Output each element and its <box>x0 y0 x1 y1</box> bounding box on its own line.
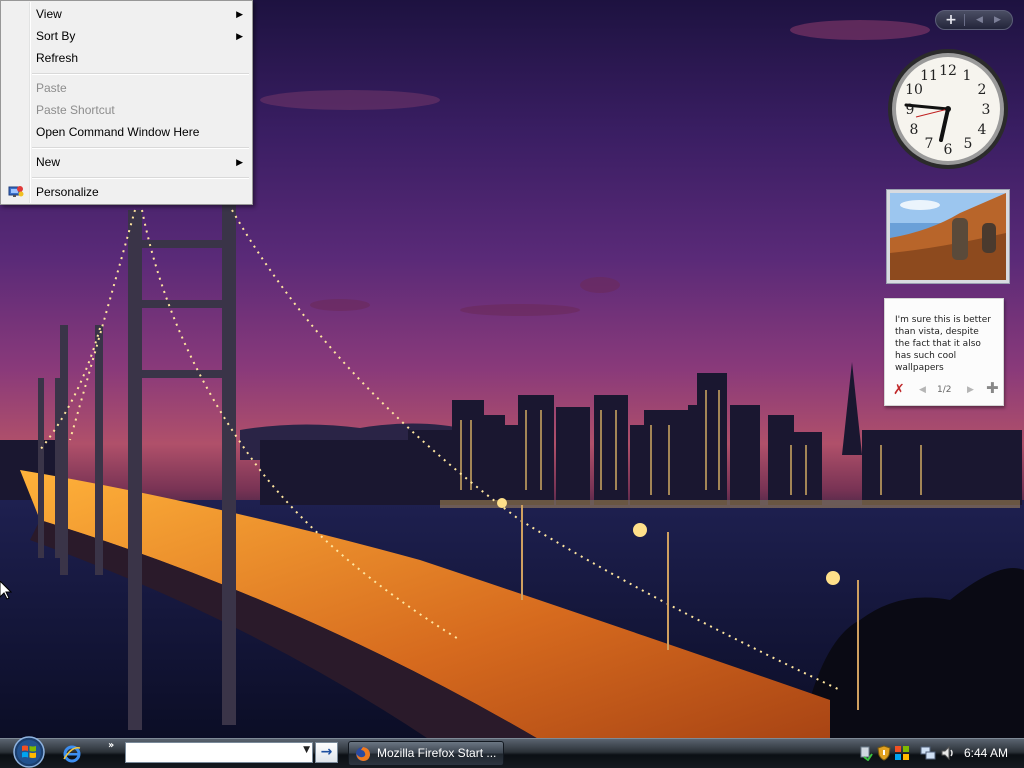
previous-page-icon[interactable]: ◀ <box>976 11 983 29</box>
add-gadget-button[interactable]: + <box>940 11 962 29</box>
slideshow-gadget[interactable] <box>886 189 1010 284</box>
menu-item-personalize[interactable]: Personalize <box>3 182 251 202</box>
sidebar-controls-divider <box>964 14 965 26</box>
menu-item-paste[interactable]: Paste <box>3 78 251 98</box>
delete-note-icon[interactable]: ✗ <box>893 383 905 397</box>
notification-area: 6:44 AM <box>852 740 1024 768</box>
taskbar-clock[interactable]: 6:44 AM <box>964 740 1008 766</box>
menu-separator <box>32 73 249 75</box>
menu-item-label: View <box>36 7 62 21</box>
svg-text:1: 1 <box>963 68 972 84</box>
network-icon[interactable] <box>920 745 936 761</box>
submenu-arrow-icon: ▶ <box>236 31 243 41</box>
menu-item-label: Personalize <box>36 185 99 199</box>
menu-item-label: Paste Shortcut <box>36 103 115 117</box>
svg-text:7: 7 <box>925 136 934 152</box>
next-note-icon[interactable]: ▶ <box>967 385 974 395</box>
menu-separator <box>32 177 249 179</box>
address-toolbar-input[interactable]: ▼ <box>125 742 313 763</box>
svg-text:8: 8 <box>910 122 919 138</box>
volume-icon[interactable] <box>940 745 956 761</box>
windows-update-icon[interactable] <box>894 745 910 761</box>
internet-explorer-icon[interactable] <box>62 744 82 764</box>
clock-gadget[interactable]: 12 1 2 3 4 5 6 7 8 9 10 11 <box>886 47 1010 171</box>
taskbar-button-label: Mozilla Firefox Start ... <box>377 746 497 760</box>
svg-text:4: 4 <box>978 122 987 138</box>
menu-item-view[interactable]: View ▶ <box>3 4 251 24</box>
next-page-icon[interactable]: ▶ <box>994 11 1001 29</box>
desktop-context-menu: View ▶ Sort By ▶ Refresh Paste Paste Sho… <box>0 0 253 205</box>
submenu-arrow-icon: ▶ <box>236 157 243 167</box>
mouse-cursor-icon <box>0 581 12 600</box>
previous-note-icon[interactable]: ◀ <box>919 385 926 395</box>
add-note-icon[interactable]: ✚ <box>986 381 999 396</box>
menu-item-sort-by[interactable]: Sort By ▶ <box>3 26 251 46</box>
menu-item-label: New <box>36 155 61 169</box>
personalize-icon <box>8 186 24 197</box>
note-text[interactable]: I'm sure this is better than vista, desp… <box>895 314 995 374</box>
svg-text:10: 10 <box>905 82 923 98</box>
notes-gadget[interactable]: I'm sure this is better than vista, desp… <box>884 298 1004 406</box>
chevron-down-icon[interactable]: ▼ <box>303 745 310 755</box>
submenu-arrow-icon: ▶ <box>236 9 243 19</box>
note-page-indicator: 1/2 <box>937 385 952 395</box>
taskbar-button-firefox[interactable]: Mozilla Firefox Start ... <box>348 741 504 766</box>
menu-separator <box>32 147 249 149</box>
network-sync-icon[interactable] <box>858 745 874 761</box>
menu-item-label: Refresh <box>36 51 79 65</box>
svg-text:12: 12 <box>939 63 957 79</box>
firefox-icon <box>356 747 370 761</box>
quick-launch-overflow-icon[interactable]: ›› <box>108 740 114 751</box>
svg-text:6: 6 <box>944 142 953 158</box>
menu-item-label: Sort By <box>36 29 76 43</box>
menu-item-open-command-window[interactable]: Open Command Window Here <box>3 122 251 142</box>
go-button[interactable]: → <box>315 742 338 763</box>
svg-text:3: 3 <box>982 102 991 118</box>
svg-text:2: 2 <box>978 82 987 98</box>
start-button[interactable] <box>8 735 50 768</box>
sidebar-controls: + ◀ ▶ <box>935 10 1013 30</box>
menu-item-label: Paste <box>36 81 67 95</box>
svg-text:5: 5 <box>964 136 973 152</box>
svg-text:11: 11 <box>920 68 938 84</box>
slideshow-photo <box>890 193 1006 280</box>
security-shield-icon[interactable] <box>876 745 892 761</box>
menu-item-refresh[interactable]: Refresh <box>3 48 251 68</box>
menu-item-label: Open Command Window Here <box>36 125 200 139</box>
menu-item-new[interactable]: New ▶ <box>3 152 251 172</box>
menu-item-paste-shortcut[interactable]: Paste Shortcut <box>3 100 251 120</box>
